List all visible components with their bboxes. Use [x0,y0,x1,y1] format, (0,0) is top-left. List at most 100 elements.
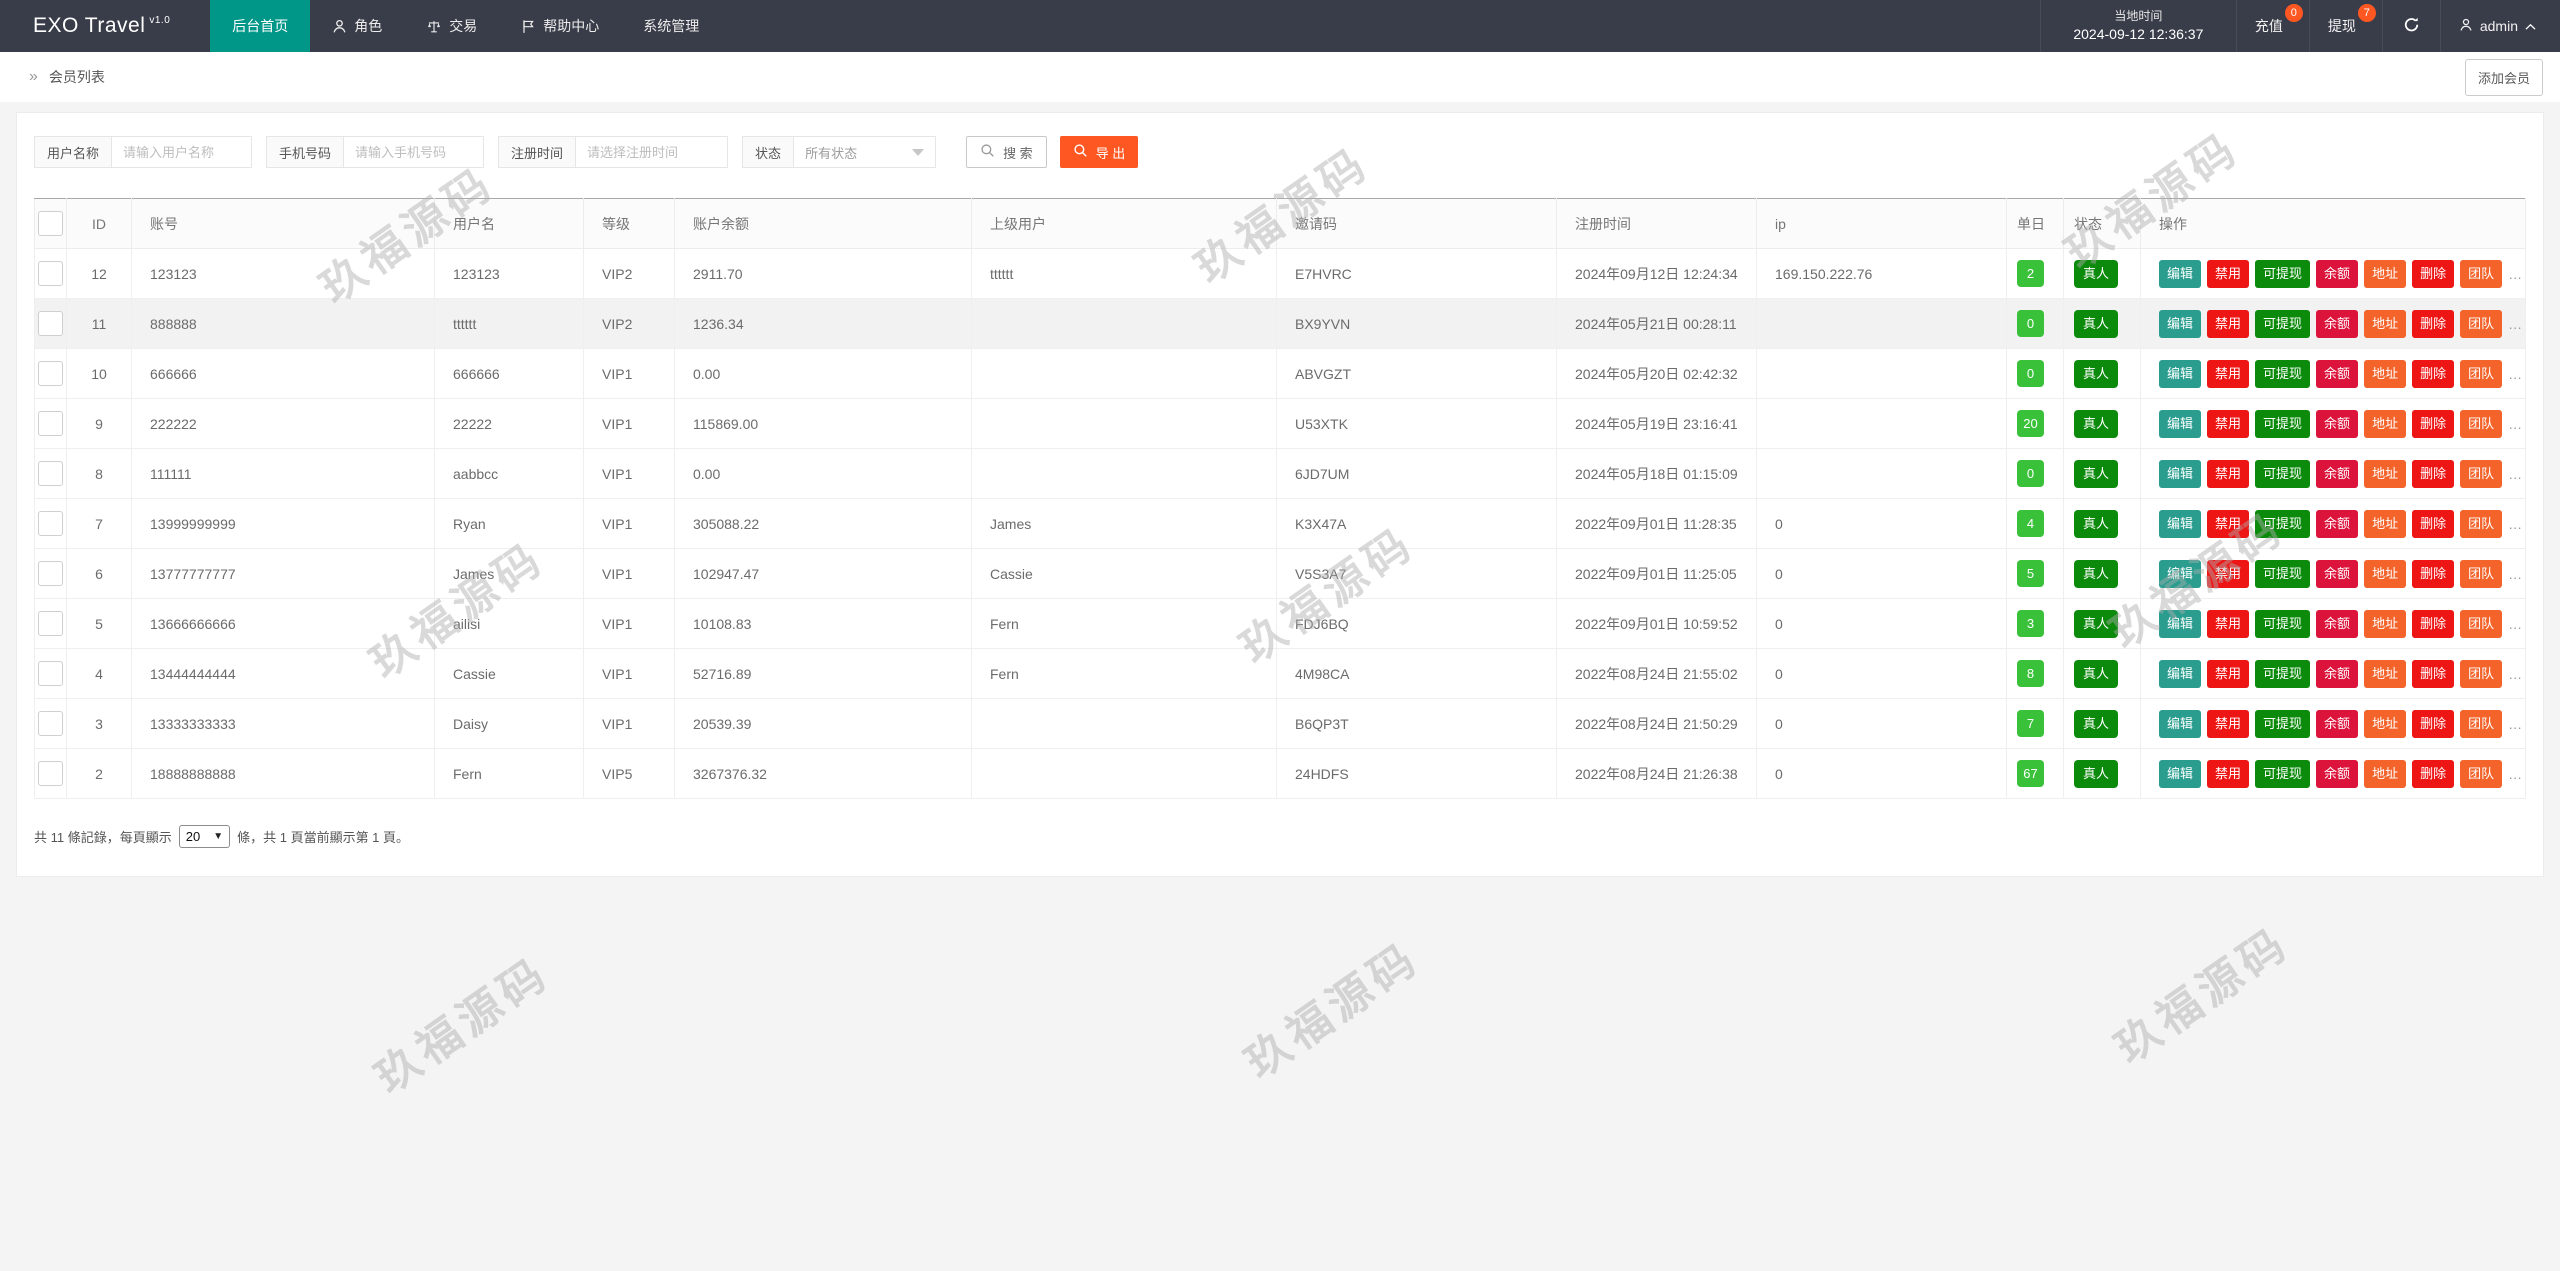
action-address-button[interactable]: 地址 [2364,609,2407,638]
row-checkbox[interactable] [38,761,63,786]
action-disable-button[interactable]: 禁用 [2207,609,2250,638]
action-edit-button[interactable]: 编辑 [2159,309,2202,338]
action-team-button[interactable]: 团队 [2460,409,2503,438]
action-team-button[interactable]: 团队 [2460,309,2503,338]
row-more-actions[interactable]: … [2508,666,2524,682]
action-team-button[interactable]: 团队 [2460,759,2503,788]
action-balance-button[interactable]: 余额 [2316,459,2359,488]
action-delete-button[interactable]: 删除 [2412,659,2455,688]
row-checkbox[interactable] [38,411,63,436]
action-withdrawable-button[interactable]: 可提现 [2255,309,2311,338]
action-balance-button[interactable]: 余额 [2316,509,2359,538]
action-disable-button[interactable]: 禁用 [2207,459,2250,488]
action-disable-button[interactable]: 禁用 [2207,259,2250,288]
nav-withdraw[interactable]: 提现 7 [2308,0,2382,52]
action-edit-button[interactable]: 编辑 [2159,509,2202,538]
status-select[interactable]: 所有状态 [794,136,937,168]
refresh-button[interactable] [2381,0,2440,52]
tab-roles[interactable]: 角色 [310,0,404,52]
action-address-button[interactable]: 地址 [2364,759,2407,788]
action-disable-button[interactable]: 禁用 [2207,359,2250,388]
row-checkbox[interactable] [38,361,63,386]
action-edit-button[interactable]: 编辑 [2159,409,2202,438]
row-checkbox[interactable] [38,311,63,336]
action-edit-button[interactable]: 编辑 [2159,609,2202,638]
action-disable-button[interactable]: 禁用 [2207,559,2250,588]
nav-recharge[interactable]: 充值 0 [2235,0,2309,52]
action-disable-button[interactable]: 禁用 [2207,309,2250,338]
tab-trade[interactable]: 交易 [404,0,499,52]
action-address-button[interactable]: 地址 [2364,709,2407,738]
user-menu[interactable]: admin [2439,0,2560,52]
action-balance-button[interactable]: 余额 [2316,259,2359,288]
action-withdrawable-button[interactable]: 可提现 [2255,559,2311,588]
action-address-button[interactable]: 地址 [2364,509,2407,538]
action-disable-button[interactable]: 禁用 [2207,659,2250,688]
tab-dashboard[interactable]: 后台首页 [210,0,311,52]
action-withdrawable-button[interactable]: 可提现 [2255,509,2311,538]
action-withdrawable-button[interactable]: 可提现 [2255,759,2311,788]
row-more-actions[interactable]: … [2508,516,2524,532]
action-address-button[interactable]: 地址 [2364,559,2407,588]
row-checkbox[interactable] [38,661,63,686]
row-more-actions[interactable]: … [2508,416,2524,432]
action-balance-button[interactable]: 余额 [2316,709,2359,738]
action-team-button[interactable]: 团队 [2460,559,2503,588]
action-balance-button[interactable]: 余额 [2316,759,2359,788]
action-edit-button[interactable]: 编辑 [2159,709,2202,738]
action-edit-button[interactable]: 编辑 [2159,259,2202,288]
action-disable-button[interactable]: 禁用 [2207,759,2250,788]
username-input[interactable] [112,136,253,168]
action-balance-button[interactable]: 余额 [2316,659,2359,688]
row-more-actions[interactable]: … [2508,466,2524,482]
search-button[interactable]: 搜 索 [966,136,1047,168]
action-delete-button[interactable]: 删除 [2412,309,2455,338]
action-address-button[interactable]: 地址 [2364,659,2407,688]
action-team-button[interactable]: 团队 [2460,609,2503,638]
action-balance-button[interactable]: 余额 [2316,559,2359,588]
row-checkbox[interactable] [38,261,63,286]
action-delete-button[interactable]: 删除 [2412,709,2455,738]
row-checkbox[interactable] [38,711,63,736]
action-delete-button[interactable]: 删除 [2412,459,2455,488]
row-more-actions[interactable]: … [2508,566,2524,582]
action-withdrawable-button[interactable]: 可提现 [2255,709,2311,738]
row-more-actions[interactable]: … [2508,266,2524,282]
action-balance-button[interactable]: 余额 [2316,309,2359,338]
action-delete-button[interactable]: 删除 [2412,359,2455,388]
action-delete-button[interactable]: 删除 [2412,609,2455,638]
action-team-button[interactable]: 团队 [2460,259,2503,288]
row-checkbox[interactable] [38,561,63,586]
action-team-button[interactable]: 团队 [2460,509,2503,538]
action-withdrawable-button[interactable]: 可提现 [2255,659,2311,688]
action-disable-button[interactable]: 禁用 [2207,709,2250,738]
action-address-button[interactable]: 地址 [2364,459,2407,488]
action-withdrawable-button[interactable]: 可提现 [2255,609,2311,638]
action-edit-button[interactable]: 编辑 [2159,459,2202,488]
export-button[interactable]: 导 出 [1059,136,1139,168]
row-checkbox[interactable] [38,611,63,636]
action-withdrawable-button[interactable]: 可提现 [2255,259,2311,288]
select-all-checkbox[interactable] [38,211,63,236]
page-size-select[interactable]: 20 ▼ [178,825,231,848]
action-disable-button[interactable]: 禁用 [2207,409,2250,438]
row-more-actions[interactable]: … [2508,366,2524,382]
add-member-button[interactable]: 添加会员 [2464,58,2543,96]
row-more-actions[interactable]: … [2508,766,2524,782]
action-balance-button[interactable]: 余额 [2316,609,2359,638]
action-address-button[interactable]: 地址 [2364,359,2407,388]
action-disable-button[interactable]: 禁用 [2207,509,2250,538]
action-delete-button[interactable]: 删除 [2412,759,2455,788]
row-more-actions[interactable]: … [2508,716,2524,732]
action-team-button[interactable]: 团队 [2460,359,2503,388]
tab-system[interactable]: 系统管理 [621,0,721,52]
action-balance-button[interactable]: 余额 [2316,359,2359,388]
action-delete-button[interactable]: 删除 [2412,409,2455,438]
row-more-actions[interactable]: … [2508,316,2524,332]
action-delete-button[interactable]: 删除 [2412,259,2455,288]
action-balance-button[interactable]: 余额 [2316,409,2359,438]
action-withdrawable-button[interactable]: 可提现 [2255,459,2311,488]
action-team-button[interactable]: 团队 [2460,459,2503,488]
action-address-button[interactable]: 地址 [2364,309,2407,338]
action-team-button[interactable]: 团队 [2460,709,2503,738]
